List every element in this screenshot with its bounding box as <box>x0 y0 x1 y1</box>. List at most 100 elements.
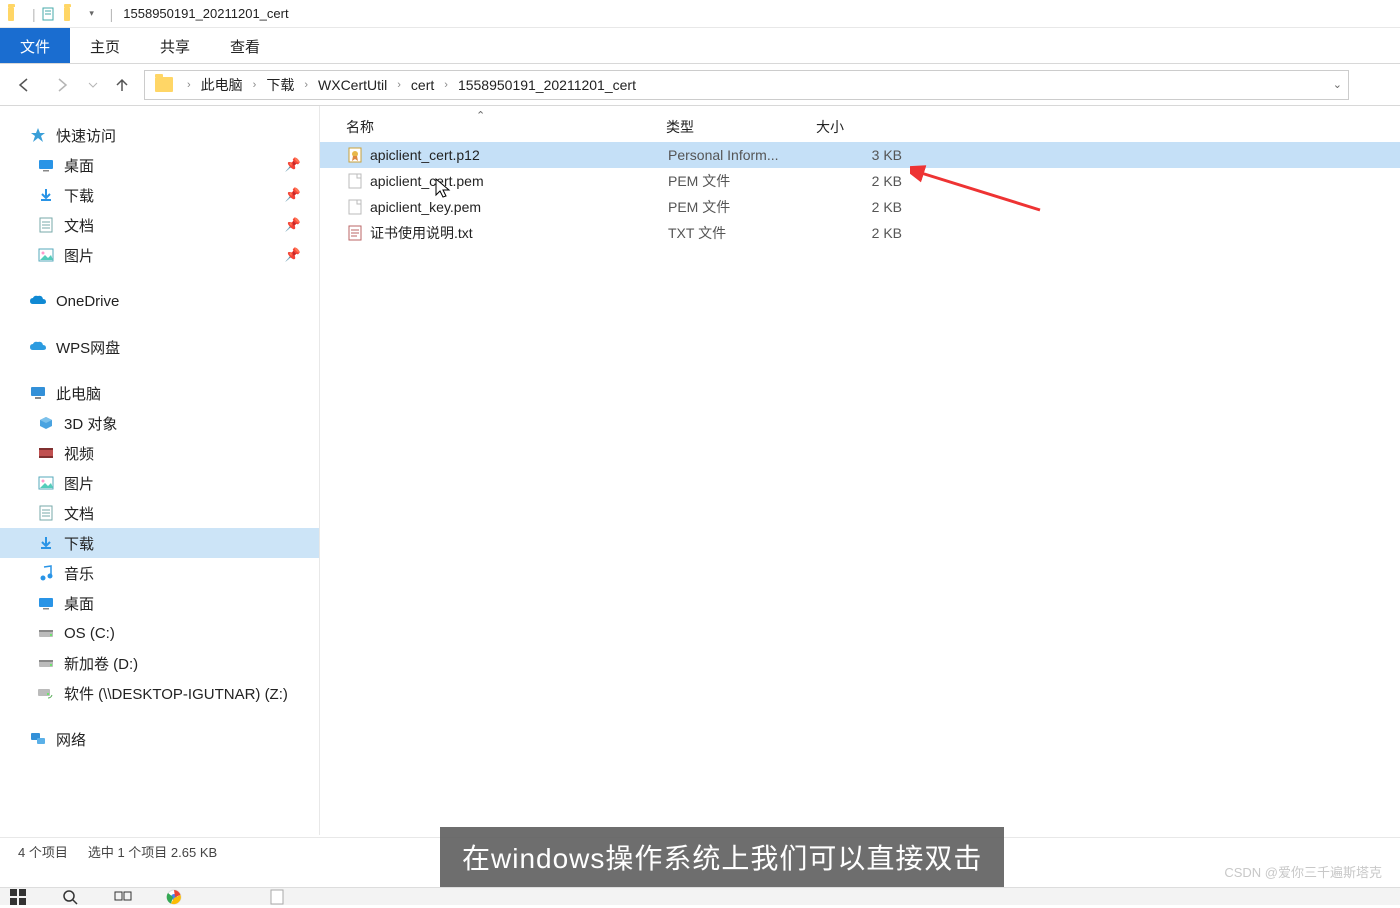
sidebar-onedrive[interactable]: OneDrive <box>0 286 319 316</box>
breadcrumb-seg[interactable]: cert <box>409 77 436 93</box>
drive-icon <box>36 653 56 673</box>
sidebar-label: 网络 <box>56 729 86 750</box>
folder-icon <box>155 77 173 92</box>
desktop-icon <box>36 155 56 175</box>
breadcrumb-seg[interactable]: WXCertUtil <box>316 77 389 93</box>
sidebar-pc-item[interactable]: 视频 <box>0 438 319 468</box>
folder-small-icon <box>6 6 22 22</box>
file-size: 2 KB <box>818 225 908 241</box>
sidebar-pc-item[interactable]: 图片 <box>0 468 319 498</box>
file-name: apiclient_cert.pem <box>370 173 668 189</box>
sidebar-item-label: 新加卷 (D:) <box>64 653 138 674</box>
pic-icon <box>36 245 56 265</box>
sidebar-label: 快速访问 <box>56 125 116 146</box>
app-icon[interactable] <box>270 889 290 905</box>
sidebar-quick-item[interactable]: 桌面📌 <box>0 150 319 180</box>
breadcrumb-seg[interactable]: 1558950191_20211201_cert <box>456 77 638 93</box>
nav-bar: › 此电脑 › 下载 › WXCertUtil › cert › 1558950… <box>0 64 1400 106</box>
column-headers[interactable]: 名称⌃ 类型 大小 <box>320 106 1400 142</box>
chevron-icon[interactable]: › <box>245 79 265 91</box>
window-title: 1558950191_20211201_cert <box>123 6 288 21</box>
sidebar-pc-item[interactable]: 软件 (\\DESKTOP-IGUTNAR) (Z:) <box>0 678 319 708</box>
sidebar-this-pc[interactable]: 此电脑 <box>0 378 319 408</box>
doc-icon <box>36 503 56 523</box>
pin-icon: 📌 <box>285 247 301 263</box>
txt-icon <box>346 224 364 242</box>
sidebar-item-label: 音乐 <box>64 563 94 584</box>
chevron-icon[interactable]: › <box>179 79 199 91</box>
sidebar-item-label: 图片 <box>64 245 94 266</box>
chevron-icon[interactable]: › <box>436 79 456 91</box>
tab-home[interactable]: 主页 <box>70 28 140 63</box>
sidebar-pc-item[interactable]: OS (C:) <box>0 618 319 648</box>
sidebar-pc-item[interactable]: 3D 对象 <box>0 408 319 438</box>
up-button[interactable] <box>110 73 134 97</box>
music-icon <box>36 563 56 583</box>
forward-button[interactable] <box>48 71 76 99</box>
status-selection: 选中 1 个项目 2.65 KB <box>88 842 217 861</box>
col-name[interactable]: 名称⌃ <box>346 117 666 137</box>
sidebar-label: OneDrive <box>56 293 119 310</box>
back-button[interactable] <box>10 71 38 99</box>
sidebar-item-label: 下载 <box>64 185 94 206</box>
sidebar-wps[interactable]: WPS网盘 <box>0 332 319 362</box>
content-area: 快速访问 桌面📌下载📌文档📌图片📌 OneDrive WPS网盘 此电脑 3D … <box>0 106 1400 835</box>
chrome-icon[interactable] <box>166 889 186 905</box>
nav-sidebar: 快速访问 桌面📌下载📌文档📌图片📌 OneDrive WPS网盘 此电脑 3D … <box>0 106 320 835</box>
start-icon[interactable] <box>10 889 30 905</box>
tab-view[interactable]: 查看 <box>210 28 280 63</box>
pic-icon <box>36 473 56 493</box>
sidebar-item-label: 软件 (\\DESKTOP-IGUTNAR) (Z:) <box>64 683 288 704</box>
file-size: 2 KB <box>818 173 908 189</box>
search-icon[interactable] <box>62 889 82 905</box>
file-size: 3 KB <box>818 147 908 163</box>
breadcrumb-seg[interactable]: 下载 <box>264 75 296 95</box>
status-item-count: 4 个项目 <box>18 842 68 861</box>
tab-file[interactable]: 文件 <box>0 28 70 63</box>
sidebar-pc-item[interactable]: 桌面 <box>0 588 319 618</box>
video-icon <box>36 443 56 463</box>
col-type[interactable]: 类型 <box>666 117 816 137</box>
sort-asc-icon: ⌃ <box>476 109 485 122</box>
breadcrumb-seg[interactable]: 此电脑 <box>199 75 245 95</box>
sidebar-quick-item[interactable]: 文档📌 <box>0 210 319 240</box>
chevron-icon[interactable]: › <box>296 79 316 91</box>
sidebar-item-label: 桌面 <box>64 593 94 614</box>
sidebar-pc-item[interactable]: 新加卷 (D:) <box>0 648 319 678</box>
col-size[interactable]: 大小 <box>816 117 908 137</box>
explorer-icon[interactable] <box>218 889 238 905</box>
file-type: Personal Inform... <box>668 147 818 163</box>
properties-icon[interactable] <box>40 6 56 22</box>
cloud-icon <box>28 291 48 311</box>
sidebar-pc-item[interactable]: 文档 <box>0 498 319 528</box>
watermark: CSDN @爱你三千遍斯塔克 <box>1224 862 1382 881</box>
file-type: TXT 文件 <box>668 223 818 243</box>
chevron-icon[interactable]: › <box>389 79 409 91</box>
download-icon <box>36 533 56 553</box>
pc-icon <box>28 383 48 403</box>
sidebar-label: WPS网盘 <box>56 337 120 358</box>
sidebar-quick-item[interactable]: 下载 📌 <box>0 180 319 210</box>
file-row[interactable]: 证书使用说明.txtTXT 文件2 KB <box>320 220 1400 246</box>
file-row[interactable]: apiclient_key.pemPEM 文件2 KB <box>320 194 1400 220</box>
sidebar-network[interactable]: 网络 <box>0 724 319 754</box>
sidebar-pc-item[interactable]: 下载 <box>0 528 319 558</box>
file-icon <box>346 198 364 216</box>
cert-icon <box>346 146 364 164</box>
pin-icon: 📌 <box>285 157 301 173</box>
taskview-icon[interactable] <box>114 889 134 905</box>
sidebar-pc-item[interactable]: 音乐 <box>0 558 319 588</box>
tab-share[interactable]: 共享 <box>140 28 210 63</box>
breadcrumb-bar[interactable]: › 此电脑 › 下载 › WXCertUtil › cert › 1558950… <box>144 70 1349 100</box>
taskbar[interactable] <box>0 887 1400 905</box>
sidebar-quick-item[interactable]: 图片 📌 <box>0 240 319 270</box>
pin-icon: 📌 <box>285 187 301 203</box>
breadcrumb-history-icon[interactable]: ⌄ <box>1333 78 1342 91</box>
file-row[interactable]: apiclient_cert.pemPEM 文件2 KB <box>320 168 1400 194</box>
sidebar-quick-access[interactable]: 快速访问 <box>0 120 319 150</box>
qat-folder-icon[interactable] <box>62 6 78 22</box>
recent-dropdown[interactable] <box>86 71 100 99</box>
download-icon <box>36 185 56 205</box>
qat-dropdown-icon[interactable]: ▾ <box>84 6 100 22</box>
file-row[interactable]: apiclient_cert.p12Personal Inform...3 KB <box>320 142 1400 168</box>
